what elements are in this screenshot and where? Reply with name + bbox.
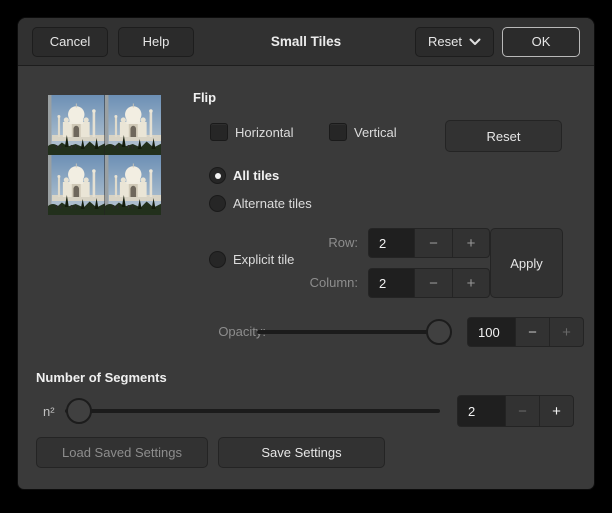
column-plus-icon[interactable]: + — [452, 268, 490, 298]
opacity-label: Opacity: — [168, 317, 266, 347]
segments-n-label: n² — [43, 404, 55, 419]
segments-slider[interactable] — [65, 409, 440, 413]
header-right-group: Reset OK — [415, 27, 580, 57]
row-spinner: 2 − + — [368, 228, 490, 258]
small-tiles-dialog: Small Tiles Cancel Help Reset OK Flip Ho… — [18, 18, 594, 489]
preview-tile — [48, 95, 105, 155]
all-tiles-radio-group[interactable]: All tiles — [209, 167, 279, 184]
preview-tile — [48, 155, 105, 215]
flip-horizontal-checkbox-group[interactable]: Horizontal — [210, 123, 294, 141]
alternate-tiles-radio[interactable] — [209, 195, 226, 212]
all-tiles-radio[interactable] — [209, 167, 226, 184]
opacity-input[interactable]: 100 — [467, 317, 515, 347]
segments-heading: Number of Segments — [36, 370, 167, 385]
column-spinner: 2 − + — [368, 268, 490, 298]
explicit-tile-radio[interactable] — [209, 251, 226, 268]
preview-tile — [105, 155, 162, 215]
preview-tile — [105, 95, 162, 155]
vertical-checkbox[interactable] — [329, 123, 347, 141]
segments-plus-icon[interactable]: + — [539, 395, 574, 427]
reset-menu-button[interactable]: Reset — [415, 27, 494, 57]
save-settings-button[interactable]: Save Settings — [218, 437, 385, 468]
opacity-spinner: 100 − + — [467, 317, 584, 347]
row-input[interactable]: 2 — [368, 228, 414, 258]
segments-spinner: 2 − + — [457, 395, 574, 427]
cancel-button[interactable]: Cancel — [32, 27, 108, 57]
segments-slider-handle[interactable] — [66, 398, 92, 424]
horizontal-checkbox[interactable] — [210, 123, 228, 141]
chevron-down-icon — [469, 38, 481, 46]
reset-menu-label: Reset — [428, 34, 462, 49]
alternate-tiles-radio-group[interactable]: Alternate tiles — [209, 195, 312, 212]
help-button[interactable]: Help — [118, 27, 194, 57]
apply-button[interactable]: Apply — [490, 228, 563, 298]
column-input[interactable]: 2 — [368, 268, 414, 298]
opacity-slider[interactable] — [257, 330, 452, 334]
flip-vertical-checkbox-group[interactable]: Vertical — [329, 123, 397, 141]
flip-reset-button[interactable]: Reset — [445, 120, 562, 152]
opacity-plus-icon[interactable]: + — [549, 317, 584, 347]
segments-input[interactable]: 2 — [457, 395, 505, 427]
ok-button[interactable]: OK — [502, 27, 580, 57]
horizontal-label: Horizontal — [235, 125, 294, 140]
load-saved-settings-button[interactable]: Load Saved Settings — [36, 437, 208, 468]
vertical-label: Vertical — [354, 125, 397, 140]
row-label: Row: — [248, 228, 358, 258]
row-minus-icon[interactable]: − — [414, 228, 452, 258]
segments-minus-icon[interactable]: − — [505, 395, 539, 427]
column-minus-icon[interactable]: − — [414, 268, 452, 298]
flip-heading: Flip — [193, 90, 216, 105]
opacity-slider-handle[interactable] — [426, 319, 452, 345]
alternate-tiles-label: Alternate tiles — [233, 196, 312, 211]
row-plus-icon[interactable]: + — [452, 228, 490, 258]
preview-thumbnail[interactable] — [48, 95, 161, 215]
opacity-minus-icon[interactable]: − — [515, 317, 549, 347]
column-label: Column: — [248, 268, 358, 298]
all-tiles-label: All tiles — [233, 168, 279, 183]
header-bar: Small Tiles Cancel Help Reset OK — [18, 18, 594, 66]
